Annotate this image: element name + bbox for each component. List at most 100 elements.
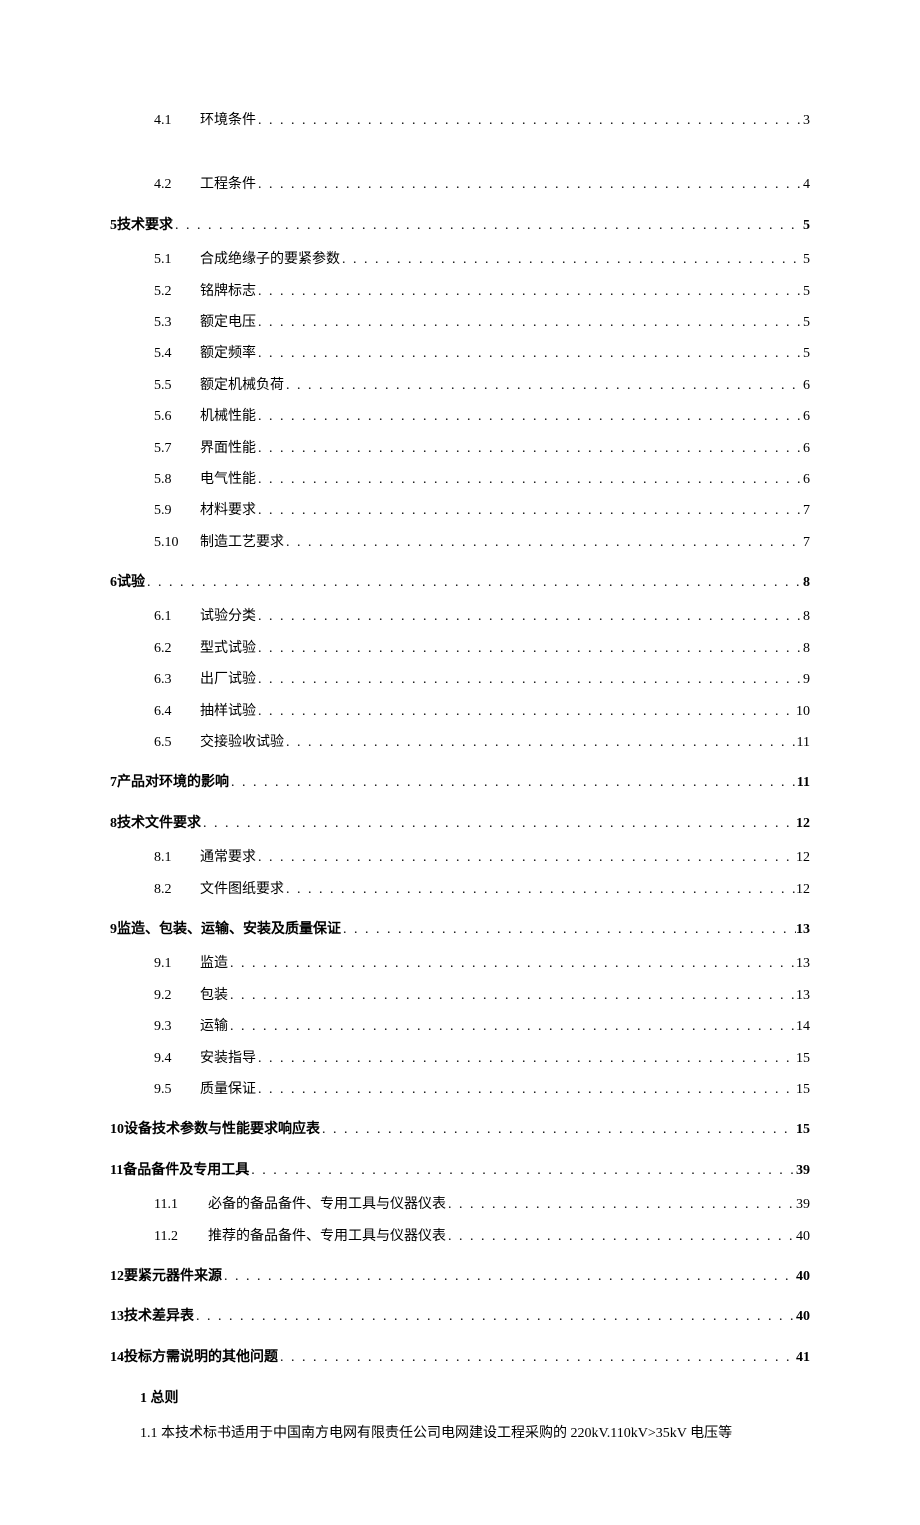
toc-title: 试验 [117, 572, 145, 594]
toc-number: 9.3 [154, 1016, 200, 1038]
section-num: 1 [140, 1391, 147, 1406]
toc-leader-dots: . . . . . . . . . . . . . . . . . . . . … [249, 1160, 796, 1182]
toc-title: 文件图纸要求 [200, 879, 284, 901]
toc-page-number: 13 [796, 919, 810, 941]
toc-page-number: 5 [803, 249, 810, 271]
toc-entry: 9.3运输. . . . . . . . . . . . . . . . . .… [110, 1016, 810, 1038]
toc-page-number: 4 [803, 174, 810, 196]
toc-number: 5.1 [154, 249, 200, 271]
toc-leader-dots: . . . . . . . . . . . . . . . . . . . . … [256, 110, 803, 132]
toc-page-number: 14 [796, 1016, 810, 1038]
toc-leader-dots: . . . . . . . . . . . . . . . . . . . . … [256, 469, 803, 491]
toc-page-number: 12 [796, 879, 810, 901]
toc-entry: 6 试验. . . . . . . . . . . . . . . . . . … [110, 572, 810, 594]
toc-number: 6 [110, 572, 117, 594]
toc-entry: 5.9材料要求. . . . . . . . . . . . . . . . .… [110, 500, 810, 522]
toc-entry: 5.8电气性能. . . . . . . . . . . . . . . . .… [110, 469, 810, 491]
toc-page-number: 15 [796, 1119, 810, 1141]
toc-entry: 8.1通常要求. . . . . . . . . . . . . . . . .… [110, 847, 810, 869]
toc-page-number: 11 [797, 772, 810, 794]
toc-leader-dots: . . . . . . . . . . . . . . . . . . . . … [341, 919, 796, 941]
toc-title: 材料要求 [200, 500, 256, 522]
toc-page-number: 15 [796, 1079, 810, 1101]
toc-title: 监造、包装、运输、安装及质量保证 [117, 919, 341, 941]
toc-page-number: 40 [796, 1266, 810, 1288]
toc-title: 包装 [200, 985, 228, 1007]
toc-leader-dots: . . . . . . . . . . . . . . . . . . . . … [284, 732, 797, 754]
toc-entry: 14 投标方需说明的其他问题. . . . . . . . . . . . . … [110, 1347, 810, 1369]
toc-title: 工程条件 [200, 174, 256, 196]
toc-number: 10 [110, 1119, 124, 1141]
toc-page-number: 3 [803, 110, 810, 132]
toc-entry: 9.2包装. . . . . . . . . . . . . . . . . .… [110, 985, 810, 1007]
toc-leader-dots: . . . . . . . . . . . . . . . . . . . . … [201, 813, 796, 835]
toc-leader-dots: . . . . . . . . . . . . . . . . . . . . … [256, 312, 803, 334]
toc-number: 6.3 [154, 669, 200, 691]
toc-entry: 5.5额定机械负荷. . . . . . . . . . . . . . . .… [110, 375, 810, 397]
toc-number: 5.10 [154, 532, 200, 554]
toc-entry: 5.4额定频率. . . . . . . . . . . . . . . . .… [110, 343, 810, 365]
toc-entry: 5.1合成绝缘子的要紧参数. . . . . . . . . . . . . .… [110, 249, 810, 271]
toc-leader-dots: . . . . . . . . . . . . . . . . . . . . … [256, 847, 796, 869]
toc-page-number: 8 [803, 572, 810, 594]
toc-entry: 6.1试验分类. . . . . . . . . . . . . . . . .… [110, 606, 810, 628]
toc-leader-dots: . . . . . . . . . . . . . . . . . . . . … [256, 406, 803, 428]
toc-leader-dots: . . . . . . . . . . . . . . . . . . . . … [228, 953, 796, 975]
toc-title: 安装指导 [200, 1048, 256, 1070]
toc-entry: 5.3额定电压. . . . . . . . . . . . . . . . .… [110, 312, 810, 334]
toc-title: 制造工艺要求 [200, 532, 284, 554]
toc-title: 技术差异表 [124, 1306, 194, 1328]
toc-number: 4.2 [154, 174, 200, 196]
toc-number: 5 [110, 215, 117, 237]
toc-number: 5.8 [154, 469, 200, 491]
toc-page-number: 8 [803, 638, 810, 660]
toc-leader-dots: . . . . . . . . . . . . . . . . . . . . … [256, 438, 803, 460]
toc-page-number: 7 [803, 532, 810, 554]
toc-entry: 12 要紧元器件来源. . . . . . . . . . . . . . . … [110, 1266, 810, 1288]
toc-number: 11 [110, 1160, 123, 1182]
toc-title: 推荐的备品备件、专用工具与仪器仪表 [208, 1226, 446, 1248]
toc-entry: 11.1必备的备品备件、专用工具与仪器仪表. . . . . . . . . .… [110, 1194, 810, 1216]
toc-entry: 5.6机械性能. . . . . . . . . . . . . . . . .… [110, 406, 810, 428]
toc-leader-dots: . . . . . . . . . . . . . . . . . . . . … [228, 985, 796, 1007]
toc-page-number: 12 [796, 847, 810, 869]
toc-title: 额定频率 [200, 343, 256, 365]
toc-leader-dots: . . . . . . . . . . . . . . . . . . . . … [229, 772, 797, 794]
paragraph-text: 本技术标书适用于中国南方电网有限责任公司电网建设工程采购的 220kV.110k… [161, 1426, 732, 1441]
toc-title: 运输 [200, 1016, 228, 1038]
toc-entry: 4.1环境条件. . . . . . . . . . . . . . . . .… [110, 110, 810, 132]
toc-number: 8 [110, 813, 117, 835]
toc-leader-dots: . . . . . . . . . . . . . . . . . . . . … [256, 174, 803, 196]
toc-entry: 11 备品备件及专用工具. . . . . . . . . . . . . . … [110, 1160, 810, 1182]
toc-title: 环境条件 [200, 110, 256, 132]
toc-number: 9.5 [154, 1079, 200, 1101]
toc-leader-dots: . . . . . . . . . . . . . . . . . . . . … [256, 281, 803, 303]
toc-title: 试验分类 [200, 606, 256, 628]
toc-number: 5.5 [154, 375, 200, 397]
toc-title: 技术文件要求 [117, 813, 201, 835]
toc-title: 技术要求 [117, 215, 173, 237]
toc-number: 14 [110, 1347, 124, 1369]
toc-entry: 6.5交接验收试验. . . . . . . . . . . . . . . .… [110, 732, 810, 754]
toc-entry: 9 监造、包装、运输、安装及质量保证. . . . . . . . . . . … [110, 919, 810, 941]
toc-entry: 13 技术差异表. . . . . . . . . . . . . . . . … [110, 1306, 810, 1328]
toc-title: 界面性能 [200, 438, 256, 460]
toc-page-number: 9 [803, 669, 810, 691]
toc-page-number: 11 [797, 732, 810, 754]
toc-number: 13 [110, 1306, 124, 1328]
toc-number: 6.4 [154, 701, 200, 723]
toc-entry: 6.2型式试验. . . . . . . . . . . . . . . . .… [110, 638, 810, 660]
toc-leader-dots: . . . . . . . . . . . . . . . . . . . . … [145, 572, 803, 594]
toc-number: 6.1 [154, 606, 200, 628]
document-body: 1 总则 1.1 本技术标书适用于中国南方电网有限责任公司电网建设工程采购的 2… [110, 1387, 810, 1445]
toc-leader-dots: . . . . . . . . . . . . . . . . . . . . … [228, 1016, 796, 1038]
toc-title: 铭牌标志 [200, 281, 256, 303]
toc-entry: 8 技术文件要求. . . . . . . . . . . . . . . . … [110, 813, 810, 835]
toc-entry: 5.10制造工艺要求. . . . . . . . . . . . . . . … [110, 532, 810, 554]
toc-page-number: 39 [796, 1160, 810, 1182]
paragraph-num: 1.1 [140, 1426, 158, 1441]
section-heading: 1 总则 [140, 1387, 810, 1407]
toc-entry: 10 设备技术参数与性能要求响应表. . . . . . . . . . . .… [110, 1119, 810, 1141]
toc-title: 备品备件及专用工具 [123, 1160, 249, 1182]
toc-number: 6.5 [154, 732, 200, 754]
